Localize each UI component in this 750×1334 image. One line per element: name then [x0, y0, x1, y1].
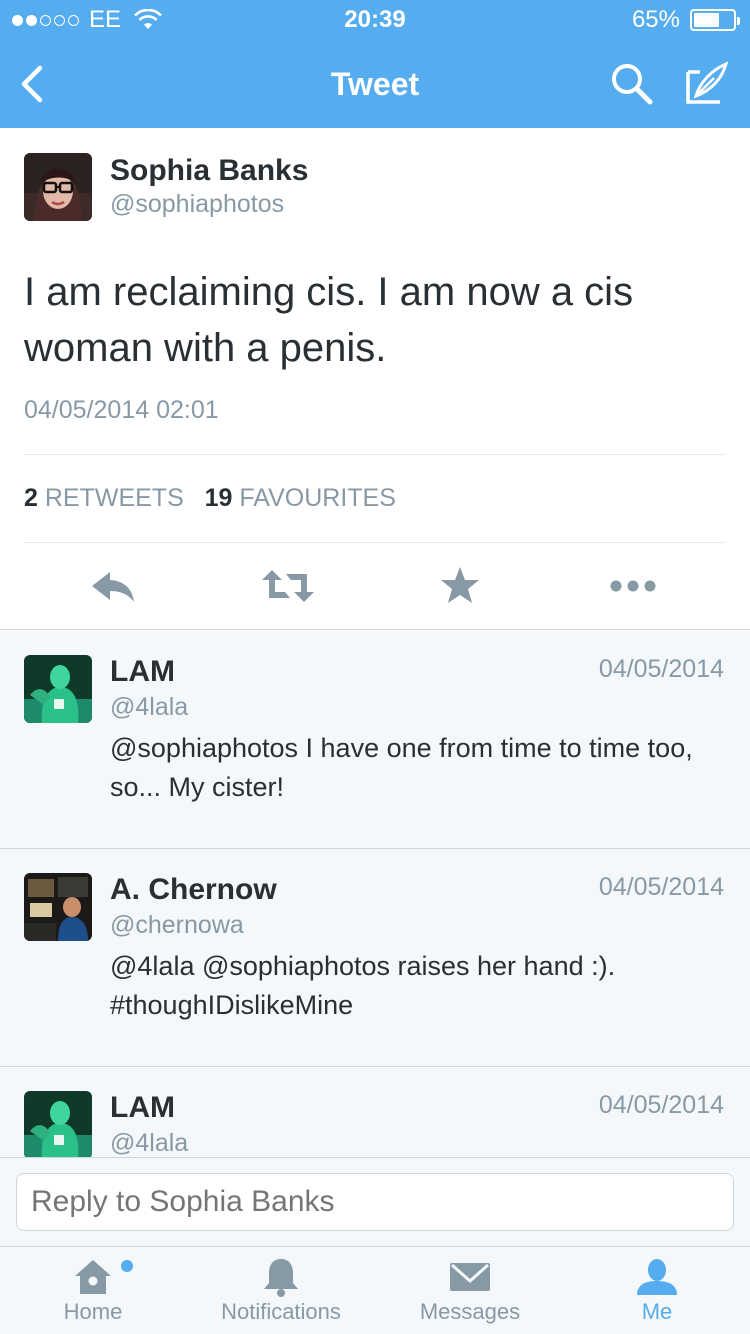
status-bar: EE 20:39 65%	[0, 0, 750, 40]
reply-composer	[0, 1157, 750, 1246]
tweet-timestamp: 04/05/2014 02:01	[24, 396, 219, 424]
tab-label: Messages	[419, 1299, 521, 1324]
tweet-stats: 2 RETWEETS 19 FAVOURITES	[24, 484, 396, 513]
favourites-label[interactable]: FAVOURITES	[239, 484, 396, 512]
person-icon	[637, 1259, 677, 1295]
avatar[interactable]	[24, 153, 92, 221]
tab-bar: Home Notifications Messages Me	[0, 1246, 750, 1334]
reply-author-handle[interactable]: @chernowa	[110, 911, 244, 940]
compose-icon[interactable]	[682, 60, 730, 108]
status-right: 65%	[631, 6, 740, 34]
favourite-star-icon[interactable]	[436, 566, 486, 606]
author-handle[interactable]: @sophiaphotos	[110, 190, 284, 219]
retweet-icon[interactable]	[260, 566, 316, 606]
battery-fill	[694, 13, 719, 27]
main-tweet: Sophia Banks @sophiaphotos I am reclaimi…	[0, 128, 750, 630]
tab-label: Me	[641, 1299, 673, 1324]
reply-item[interactable]: LAM @4lala 04/05/2014 @sophiaphotos I ha…	[0, 631, 750, 849]
battery-percent: 65%	[631, 6, 680, 33]
reply-date: 04/05/2014	[598, 873, 724, 901]
reply-text: @4lala @sophiaphotos raises her hand :).…	[110, 951, 616, 1020]
reply-author-handle[interactable]: @4lala	[110, 693, 188, 722]
reply-author-handle[interactable]: @4lala	[110, 1129, 188, 1158]
reply-item[interactable]: A. Chernow @chernowa 04/05/2014 @4lala @…	[0, 849, 750, 1067]
more-options-icon[interactable]	[608, 566, 658, 606]
tab-me[interactable]: Me	[600, 1247, 714, 1334]
favourites-count[interactable]: 19	[205, 484, 233, 512]
tweet-actions	[0, 566, 750, 606]
retweets-count[interactable]: 2	[24, 484, 38, 512]
home-icon	[75, 1260, 111, 1294]
avatar[interactable]	[24, 1091, 92, 1159]
search-icon[interactable]	[608, 60, 656, 108]
reply-date: 04/05/2014	[598, 1091, 724, 1119]
tab-home[interactable]: Home	[28, 1247, 158, 1334]
reply-text: @sophiaphotos I have one from time to ti…	[110, 733, 693, 802]
battery-icon	[690, 9, 740, 31]
reply-author-name[interactable]: LAM	[110, 1091, 175, 1125]
notification-dot	[121, 1260, 133, 1272]
author-name[interactable]: Sophia Banks	[110, 154, 308, 188]
retweets-label[interactable]: RETWEETS	[45, 484, 184, 512]
reply-date: 04/05/2014	[598, 655, 724, 683]
tab-notifications[interactable]: Notifications	[206, 1247, 356, 1334]
tweet-text: I am reclaiming cis. I am now a cis woma…	[24, 270, 634, 370]
divider	[24, 454, 725, 455]
tab-label: Home	[63, 1299, 123, 1324]
tab-messages[interactable]: Messages	[400, 1247, 540, 1334]
reply-input[interactable]	[16, 1173, 734, 1231]
avatar[interactable]	[24, 873, 92, 941]
avatar[interactable]	[24, 655, 92, 723]
bell-icon	[264, 1259, 298, 1297]
top-bar: EE 20:39 65% Tweet	[0, 0, 750, 128]
divider	[24, 542, 725, 543]
envelope-icon	[450, 1263, 490, 1291]
tab-label: Notifications	[221, 1299, 341, 1324]
reply-author-name[interactable]: A. Chernow	[110, 873, 277, 907]
reply-author-name[interactable]: LAM	[110, 655, 175, 689]
reply-icon[interactable]	[88, 566, 138, 606]
